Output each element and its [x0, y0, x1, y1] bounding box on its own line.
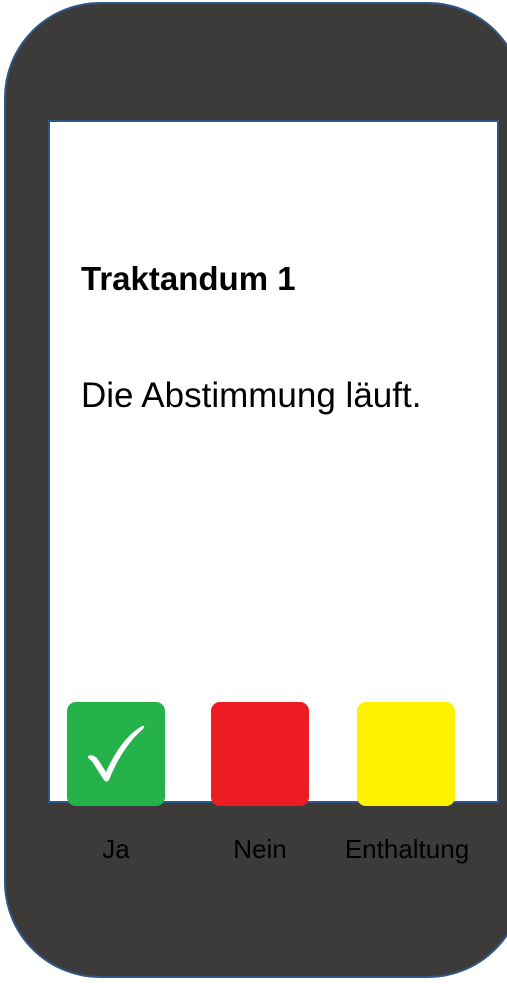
- phone-screen: Traktandum 1 Die Abstimmung läuft. Ja Ne…: [48, 120, 499, 864]
- vote-no-button[interactable]: [211, 702, 309, 806]
- checkmark-icon: [88, 725, 145, 782]
- vote-abstain-label: Enthaltung: [344, 834, 470, 864]
- vote-yes-label: Ja: [102, 834, 130, 864]
- vote-yes-button[interactable]: [67, 702, 165, 806]
- voting-status-message: Die Abstimmung läuft.: [81, 376, 422, 415]
- vote-no-label: Nein: [233, 834, 287, 864]
- agenda-title: Traktandum 1: [81, 260, 296, 297]
- vote-abstain-button[interactable]: [357, 702, 455, 806]
